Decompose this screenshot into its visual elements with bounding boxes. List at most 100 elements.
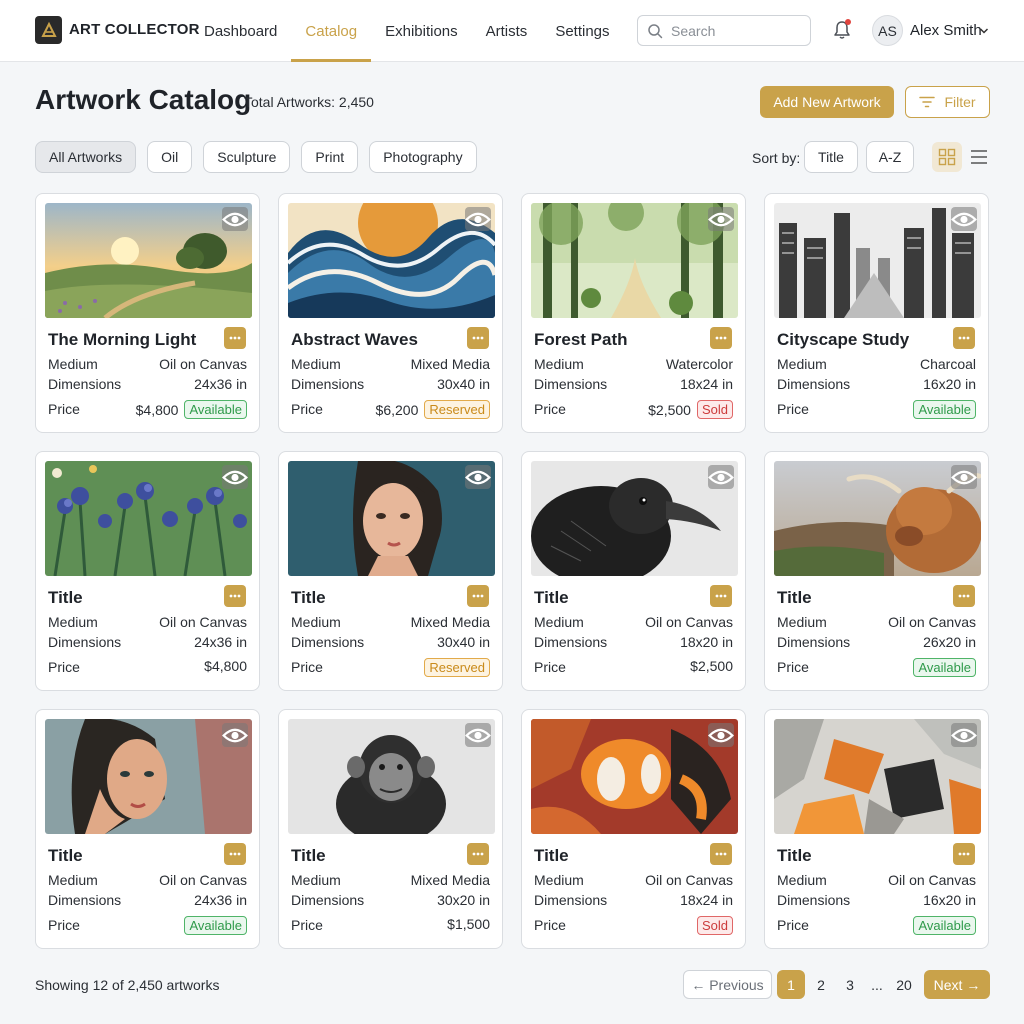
eye-icon[interactable] [708, 465, 734, 489]
status-badge: Sold [696, 400, 733, 419]
price-label: Price [291, 917, 323, 933]
chip-all-artworks[interactable]: All Artworks [35, 141, 137, 173]
search-input[interactable] [671, 22, 801, 39]
artwork-card[interactable]: The Morning Light Medium Oil on Canvas Dime… [35, 193, 260, 433]
artwork-thumbnail[interactable] [45, 719, 252, 834]
artwork-title[interactable]: Forest Path [534, 330, 628, 350]
more-options-button[interactable] [224, 843, 246, 865]
chip-photography[interactable]: Photography [369, 141, 477, 173]
artwork-card[interactable]: Forest Path Medium Watercolor Dimensions 18x… [521, 193, 746, 433]
more-options-button[interactable] [467, 843, 489, 865]
artwork-card[interactable]: Title Medium Mixed Media Dimensions 30x40 in… [278, 451, 503, 691]
user-name[interactable]: Alex Smith [910, 22, 982, 39]
artwork-card[interactable]: Title Medium Oil on Canvas Dimensions 18x24 … [521, 709, 746, 949]
artwork-title[interactable]: Abstract Waves [291, 330, 418, 350]
artwork-card[interactable]: Title Medium Mixed Media Dimensions 30x20 in… [278, 709, 503, 949]
price-label: Price [534, 659, 566, 675]
next-page-button[interactable]: Next → [924, 970, 990, 999]
more-options-button[interactable] [467, 327, 489, 349]
chip-oil[interactable]: Oil [147, 141, 193, 173]
artwork-thumbnail[interactable] [774, 203, 981, 318]
artwork-card[interactable]: Cityscape Study Medium Charcoal Dimensions 1… [764, 193, 989, 433]
artwork-title[interactable]: Title [777, 588, 812, 608]
eye-icon[interactable] [222, 465, 248, 489]
artwork-title[interactable]: Cityscape Study [777, 330, 909, 350]
artwork-thumbnail[interactable] [531, 719, 738, 834]
artwork-title[interactable]: Title [534, 846, 569, 866]
artwork-card[interactable]: Title Medium Oil on Canvas Dimensions 26x20 … [764, 451, 989, 691]
artwork-title[interactable]: Title [291, 588, 326, 608]
page-title: Artwork Catalog [35, 84, 252, 115]
artwork-thumbnail[interactable] [288, 461, 495, 576]
artwork-card[interactable]: Title Medium Oil on Canvas Dimensions 24x36 … [35, 709, 260, 949]
artwork-card[interactable]: Title Medium Oil on Canvas Dimensions 16x20 … [764, 709, 989, 949]
page-2-button[interactable]: 2 [807, 970, 835, 999]
eye-icon[interactable] [708, 207, 734, 231]
eye-icon[interactable] [951, 207, 977, 231]
artwork-thumbnail[interactable] [531, 461, 738, 576]
page-1-button[interactable]: 1 [777, 970, 805, 999]
chip-sculpture[interactable]: Sculpture [203, 141, 291, 173]
nav-exhibitions[interactable]: Exhibitions [371, 0, 472, 62]
eye-icon[interactable] [708, 723, 734, 747]
logo-icon[interactable] [35, 16, 62, 44]
nav-dashboard[interactable]: Dashboard [190, 0, 291, 62]
sort-az-button[interactable]: A-Z [866, 141, 914, 173]
price-label: Price [291, 401, 323, 417]
artwork-thumbnail[interactable] [288, 719, 495, 834]
artwork-title[interactable]: Title [291, 846, 326, 866]
more-options-button[interactable] [710, 585, 732, 607]
eye-icon[interactable] [951, 723, 977, 747]
artwork-thumbnail[interactable] [531, 203, 738, 318]
grid-view-icon[interactable] [932, 142, 962, 172]
artwork-title[interactable]: The Morning Light [48, 330, 196, 350]
eye-icon[interactable] [222, 723, 248, 747]
filter-label: Filter [944, 94, 976, 110]
more-options-button[interactable] [710, 327, 732, 349]
artwork-thumbnail[interactable] [288, 203, 495, 318]
previous-page-button[interactable]: ← Previous [683, 970, 772, 999]
sort-title-button[interactable]: Title [804, 141, 858, 173]
nav-artists[interactable]: Artists [472, 0, 542, 62]
artwork-thumbnail[interactable] [774, 719, 981, 834]
artwork-image [774, 203, 981, 318]
chip-print[interactable]: Print [301, 141, 359, 173]
artwork-card[interactable]: Title Medium Oil on Canvas Dimensions 18x20 … [521, 451, 746, 691]
artwork-title[interactable]: Title [534, 588, 569, 608]
nav-settings[interactable]: Settings [541, 0, 623, 62]
artwork-title[interactable]: Title [48, 588, 83, 608]
artwork-thumbnail[interactable] [45, 203, 252, 318]
eye-icon[interactable] [465, 723, 491, 747]
nav-catalog[interactable]: Catalog [291, 0, 372, 62]
more-options-button[interactable] [953, 327, 975, 349]
more-options-button[interactable] [953, 585, 975, 607]
more-options-button[interactable] [710, 843, 732, 865]
artwork-title[interactable]: Title [48, 846, 83, 866]
artwork-image [288, 719, 495, 834]
eye-icon[interactable] [465, 465, 491, 489]
eye-icon[interactable] [951, 465, 977, 489]
search-box[interactable] [637, 15, 811, 46]
page-20-button[interactable]: 20 [890, 970, 918, 999]
artwork-title[interactable]: Title [777, 846, 812, 866]
more-options-button[interactable] [224, 327, 246, 349]
artwork-thumbnail[interactable] [45, 461, 252, 576]
artwork-card[interactable]: Abstract Waves Medium Mixed Media Dimension… [278, 193, 503, 433]
more-options-button[interactable] [467, 585, 489, 607]
brand-name[interactable]: ART COLLECTOR [69, 21, 200, 38]
eye-icon[interactable] [222, 207, 248, 231]
artwork-image [774, 461, 981, 576]
eye-icon[interactable] [465, 207, 491, 231]
chevron-down-icon[interactable] [979, 26, 989, 36]
artwork-card[interactable]: Title Medium Oil on Canvas Dimensions 24x36 … [35, 451, 260, 691]
artwork-thumbnail[interactable] [774, 461, 981, 576]
list-view-icon[interactable] [966, 142, 992, 172]
artwork-image [288, 461, 495, 576]
filter-button[interactable]: Filter [905, 86, 990, 118]
more-options-button[interactable] [953, 843, 975, 865]
more-options-button[interactable] [224, 585, 246, 607]
avatar[interactable]: AS [872, 15, 903, 46]
add-artwork-button[interactable]: Add New Artwork [760, 86, 894, 118]
price-row: Reserved [424, 658, 490, 677]
page-3-button[interactable]: 3 [836, 970, 864, 999]
